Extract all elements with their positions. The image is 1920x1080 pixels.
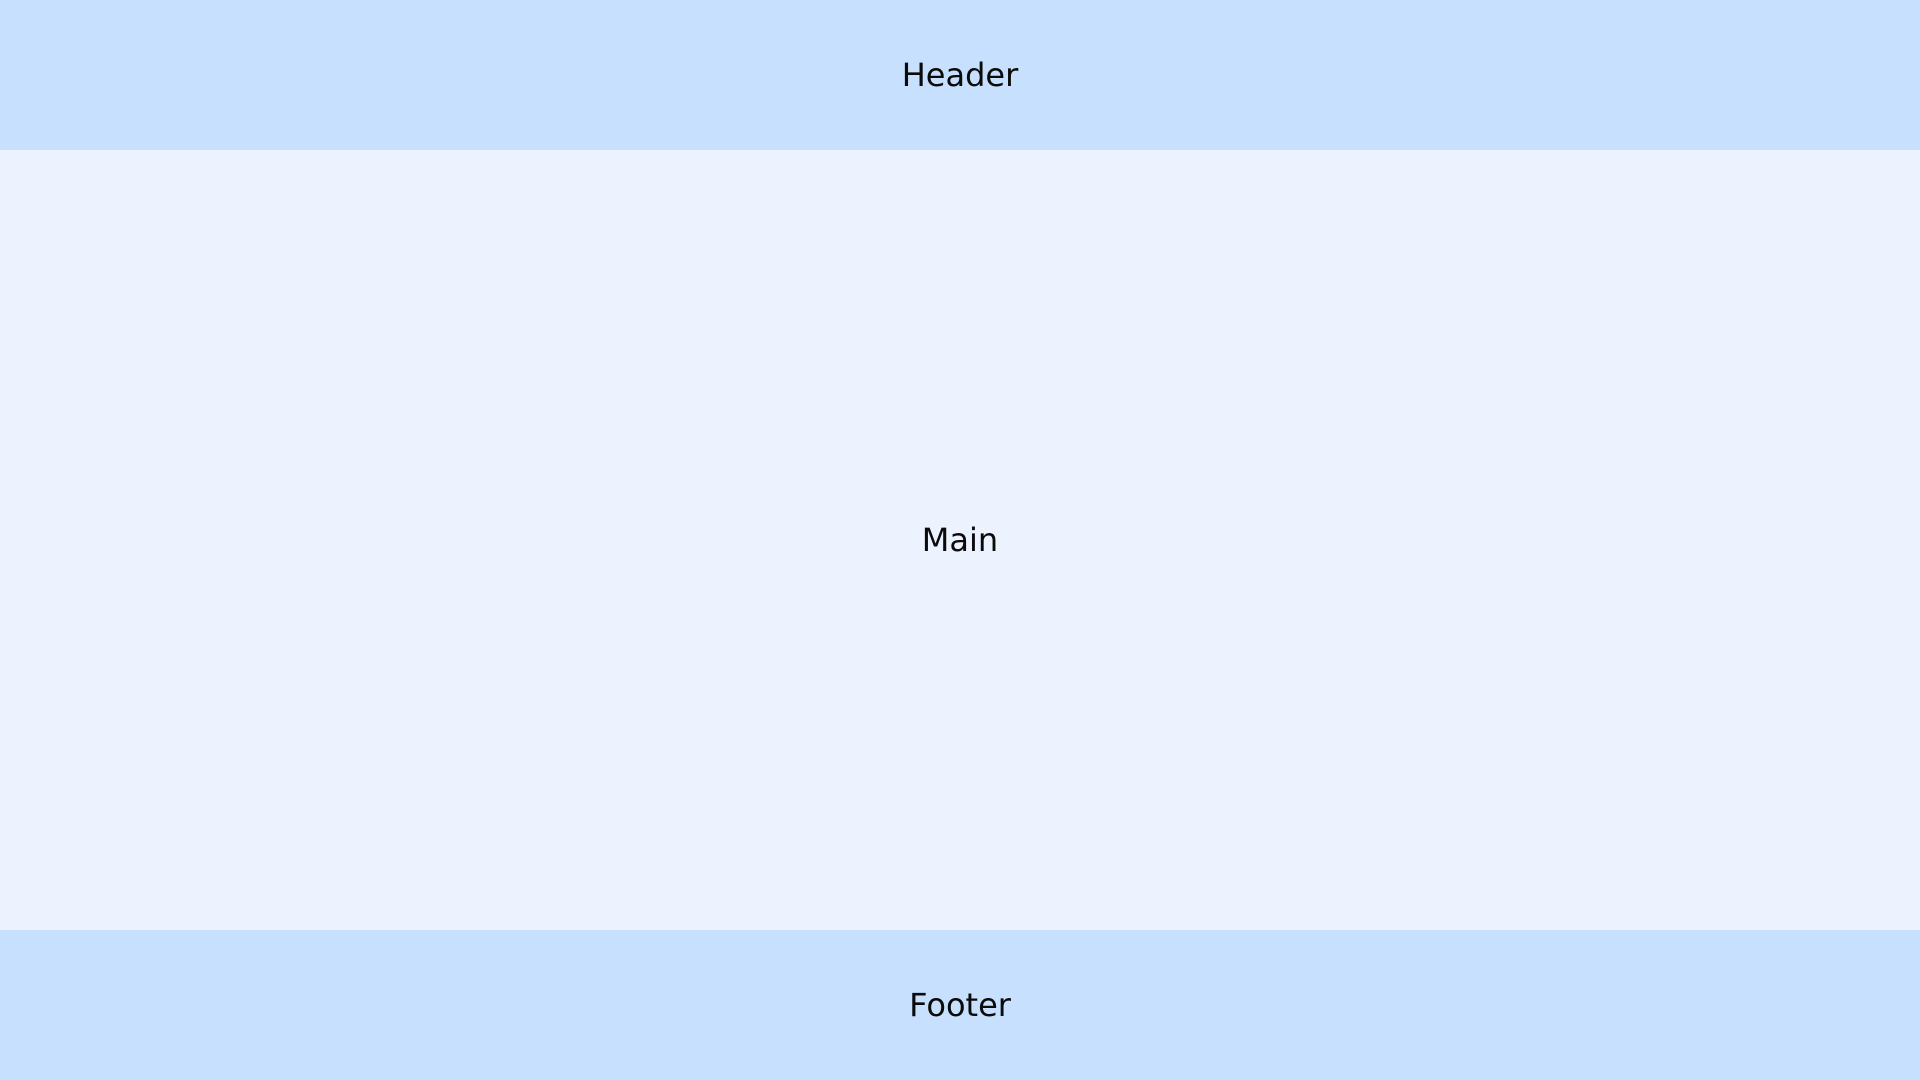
header-label: Header bbox=[901, 56, 1019, 94]
page-layout: Header Main Footer bbox=[0, 0, 1920, 1080]
footer-section: Footer bbox=[0, 930, 1920, 1080]
footer-label: Footer bbox=[909, 986, 1011, 1024]
main-section: Main bbox=[0, 150, 1920, 930]
main-label: Main bbox=[921, 521, 999, 559]
header-section: Header bbox=[0, 0, 1920, 150]
